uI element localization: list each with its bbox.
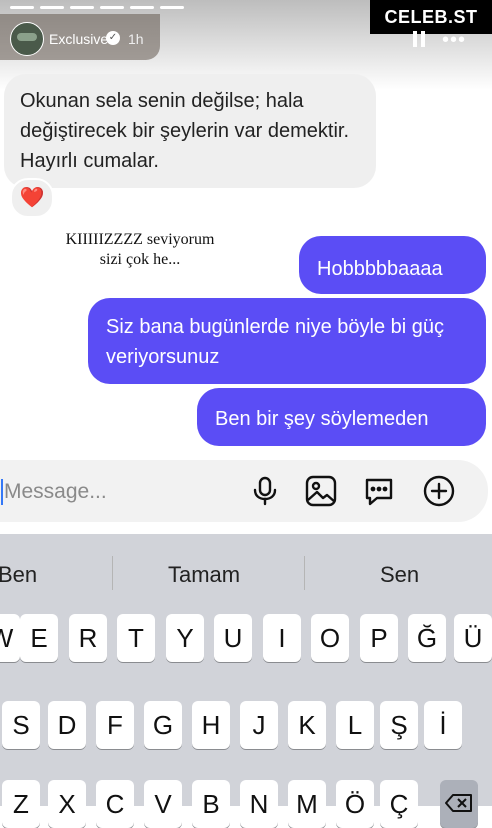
key-w[interactable]: W (0, 614, 20, 662)
sticker-chat-icon[interactable] (362, 474, 396, 508)
key-e[interactable]: E (20, 614, 58, 662)
verified-badge-icon: ✓ (106, 31, 120, 45)
suggestion-divider (112, 556, 113, 590)
key-s[interactable]: S (2, 701, 40, 749)
key-i-dotted[interactable]: İ (424, 701, 462, 749)
key-u[interactable]: U (214, 614, 252, 662)
key-f[interactable]: F (96, 701, 134, 749)
key-l[interactable]: L (336, 701, 374, 749)
gallery-icon[interactable] (304, 474, 338, 508)
brand-watermark: CELEB.ST (370, 0, 492, 34)
author-name[interactable]: Exclusive (49, 31, 108, 47)
incoming-message-text: Okunan sela senin değilse; hala değiştir… (20, 90, 350, 172)
key-r[interactable]: R (69, 614, 107, 662)
key-o-umlaut[interactable]: Ö (336, 780, 374, 828)
outgoing-message-bubble: Siz bana bugünlerde niye böyle bi güç ve… (88, 298, 486, 384)
key-g[interactable]: G (144, 701, 182, 749)
key-o[interactable]: O (311, 614, 349, 662)
suggestion-divider (304, 556, 305, 590)
outgoing-message-bubble: Hobbbbbaaaa (299, 236, 486, 294)
key-z[interactable]: Z (2, 780, 40, 828)
key-t[interactable]: T (117, 614, 155, 662)
key-i[interactable]: I (263, 614, 301, 662)
caption-line-1: KIIIIIZZZZ seviyorum (65, 231, 215, 248)
add-icon[interactable] (422, 474, 456, 508)
key-c[interactable]: C (96, 780, 134, 828)
key-d[interactable]: D (48, 701, 86, 749)
key-v[interactable]: V (144, 780, 182, 828)
more-options-icon[interactable]: ••• (442, 29, 466, 52)
key-c-cedilla[interactable]: Ç (380, 780, 418, 828)
key-h[interactable]: H (192, 701, 230, 749)
outgoing-message-text: Hobbbbbaaaa (317, 258, 443, 280)
key-j[interactable]: J (240, 701, 278, 749)
key-u-umlaut[interactable]: Ü (454, 614, 492, 662)
key-b[interactable]: B (192, 780, 230, 828)
suggestion-sen[interactable]: Sen (380, 562, 419, 588)
key-p[interactable]: P (360, 614, 398, 662)
key-x[interactable]: X (48, 780, 86, 828)
pause-icon[interactable] (412, 31, 428, 47)
story-caption: KIIIIIZZZZ seviyorum sizi çok he... (40, 230, 240, 270)
key-n[interactable]: N (240, 780, 278, 828)
key-k[interactable]: K (288, 701, 326, 749)
story-time: 1h (128, 31, 144, 47)
suggestion-ben[interactable]: Ben (0, 562, 37, 588)
key-g-breve[interactable]: Ğ (408, 614, 446, 662)
text-cursor (1, 479, 3, 505)
key-s-cedilla[interactable]: Ş (380, 701, 418, 749)
caption-line-2: sizi çok he... (99, 251, 181, 268)
outgoing-message-text: Siz bana bugünlerde niye böyle bi güç ve… (106, 316, 445, 368)
outgoing-message-bubble: Ben bir şey söylemeden (197, 388, 486, 446)
backspace-key[interactable] (440, 780, 478, 828)
heart-reaction-icon[interactable]: ❤️ (10, 178, 54, 218)
microphone-icon[interactable] (248, 474, 282, 508)
author-avatar[interactable] (10, 22, 44, 56)
backspace-icon (445, 794, 472, 812)
key-m[interactable]: M (288, 780, 326, 828)
story-progress-bar (10, 6, 184, 9)
outgoing-message-text: Ben bir şey söylemeden (215, 408, 429, 430)
key-y[interactable]: Y (166, 614, 204, 662)
suggestion-tamam[interactable]: Tamam (168, 562, 240, 588)
message-input[interactable] (4, 478, 224, 506)
